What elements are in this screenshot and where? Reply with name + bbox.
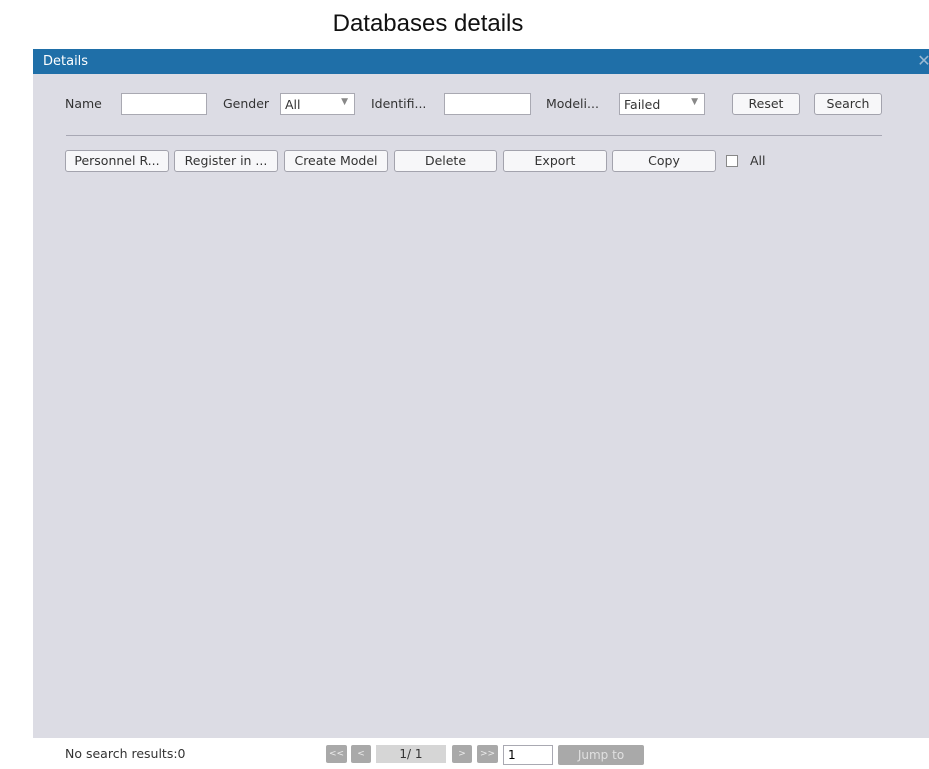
search-button[interactable]: Search xyxy=(814,93,882,115)
jump-to-button[interactable]: Jump to xyxy=(558,745,644,765)
identification-input[interactable] xyxy=(444,93,531,115)
pagination-footer: No search results:0 << < 1/ 1 > >> Jump … xyxy=(33,738,929,769)
page-info: 1/ 1 xyxy=(376,745,446,763)
chevron-down-icon: ▼ xyxy=(341,97,348,107)
next-page-button[interactable]: > xyxy=(452,745,472,763)
search-results-status: No search results:0 xyxy=(65,746,186,761)
modeling-label: Modeli... xyxy=(546,96,599,111)
name-label: Name xyxy=(65,96,102,111)
dialog-header: Details ✕ xyxy=(33,49,929,74)
export-button[interactable]: Export xyxy=(503,150,607,172)
gender-select-value: All xyxy=(285,97,301,112)
select-all-checkbox[interactable] xyxy=(726,155,738,167)
first-page-button[interactable]: << xyxy=(326,745,347,763)
close-icon[interactable]: ✕ xyxy=(917,51,929,71)
modeling-select-value: Failed xyxy=(624,97,661,112)
name-input[interactable] xyxy=(121,93,207,115)
details-dialog: Details ✕ Name Gender All ▼ Identifi... … xyxy=(33,49,929,769)
select-all-label: All xyxy=(750,153,766,168)
personnel-records-button[interactable]: Personnel R... xyxy=(65,150,169,172)
prev-page-button[interactable]: < xyxy=(351,745,371,763)
chevron-down-icon: ▼ xyxy=(691,97,698,107)
create-model-button[interactable]: Create Model xyxy=(284,150,388,172)
copy-button[interactable]: Copy xyxy=(612,150,716,172)
page-title: Databases details xyxy=(332,10,524,37)
divider xyxy=(66,135,882,136)
last-page-button[interactable]: >> xyxy=(477,745,498,763)
gender-label: Gender xyxy=(223,96,270,111)
modeling-select[interactable]: Failed ▼ xyxy=(619,93,705,115)
dialog-title: Details xyxy=(43,54,89,69)
delete-button[interactable]: Delete xyxy=(394,150,497,172)
register-in-button[interactable]: Register in ... xyxy=(174,150,278,172)
identification-label: Identifi... xyxy=(371,96,427,111)
page-number-input[interactable] xyxy=(503,745,553,765)
reset-button[interactable]: Reset xyxy=(732,93,800,115)
results-area xyxy=(33,177,929,737)
gender-select[interactable]: All ▼ xyxy=(280,93,355,115)
